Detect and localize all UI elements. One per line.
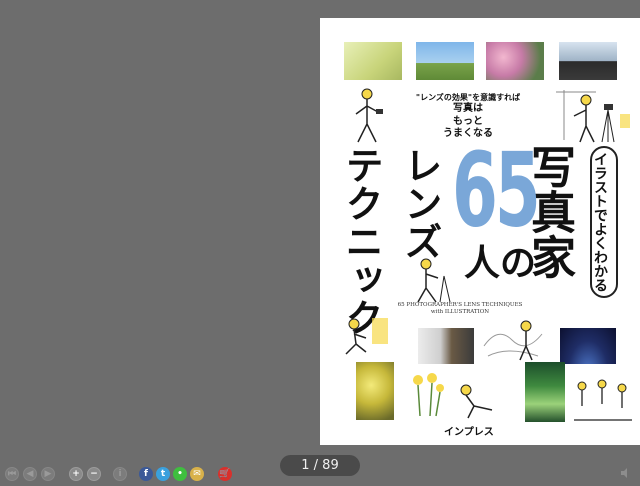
photo-dog xyxy=(418,328,474,364)
publisher-logo: インプレス xyxy=(444,427,494,438)
photo-silhouette xyxy=(559,42,617,80)
prev-page-icon: ◀ xyxy=(26,469,34,479)
next-page-button[interactable]: ▶ xyxy=(41,467,55,481)
title-lens: レンズ xyxy=(398,146,442,260)
next-page-icon: ▶ xyxy=(44,469,52,479)
photo-night-sky xyxy=(560,328,616,364)
prev-page-button[interactable]: ◀ xyxy=(23,467,37,481)
illustration-bottom-left xyxy=(345,318,388,355)
cart-icon: 🛒 xyxy=(219,469,231,479)
first-page-icon: ⏮ xyxy=(7,469,17,479)
photo-blossom xyxy=(344,42,402,80)
illustration-group xyxy=(574,379,632,421)
tagline-line1: "レンズの効果"を意識すれば xyxy=(415,93,521,102)
facebook-icon: f xyxy=(144,469,148,479)
twitter-button[interactable]: t xyxy=(156,467,170,481)
info-icon: i xyxy=(118,469,122,479)
illustration-kneeling xyxy=(460,384,493,419)
tagline-line2: 写真は xyxy=(453,103,483,114)
subtitle-line2: with ILLUSTRATION xyxy=(430,309,490,316)
photo-flowers xyxy=(486,42,544,80)
photo-kids-sky xyxy=(416,42,474,80)
zoom-in-icon: + xyxy=(72,469,80,479)
cart-button[interactable]: 🛒 xyxy=(218,467,232,481)
illustration-map xyxy=(483,320,543,361)
tagline-line3: もっと xyxy=(453,115,483,127)
illustration-tripod-top xyxy=(556,90,630,143)
photo-forest xyxy=(525,362,565,422)
title-number: 65 xyxy=(452,130,541,251)
zoom-out-button[interactable]: − xyxy=(87,467,101,481)
mail-button[interactable]: ✉ xyxy=(190,467,204,481)
viewer-area[interactable]: "レンズの効果"を意識すれば 写真は もっと うまくなる イラストでよくわかる … xyxy=(0,0,640,462)
illustration-photographer-left xyxy=(355,88,383,143)
photo-yellow-bokeh xyxy=(356,362,394,420)
sound-icon[interactable] xyxy=(619,466,633,480)
line-icon: • xyxy=(177,469,183,479)
illustration-photographer-middle xyxy=(417,258,451,303)
bubble-text: イラストでよくわかる xyxy=(592,152,608,292)
line-button[interactable]: • xyxy=(173,467,187,481)
info-button[interactable]: i xyxy=(113,467,127,481)
title-nin-no: 人の xyxy=(464,243,537,284)
subtitle-line1: 65 PHOTOGRAPHER'S LENS TECHNIQUES xyxy=(397,302,523,308)
twitter-icon: t xyxy=(160,469,166,479)
mail-icon: ✉ xyxy=(193,469,201,479)
illustration-flowers xyxy=(413,373,444,417)
book-page[interactable]: "レンズの効果"を意識すれば 写真は もっと うまくなる イラストでよくわかる … xyxy=(320,18,640,445)
facebook-button[interactable]: f xyxy=(139,467,153,481)
zoom-out-icon: − xyxy=(90,469,98,479)
page-indicator: 1 / 89 xyxy=(280,455,360,476)
first-page-button[interactable]: ⏮ xyxy=(5,467,19,481)
zoom-in-button[interactable]: + xyxy=(69,467,83,481)
